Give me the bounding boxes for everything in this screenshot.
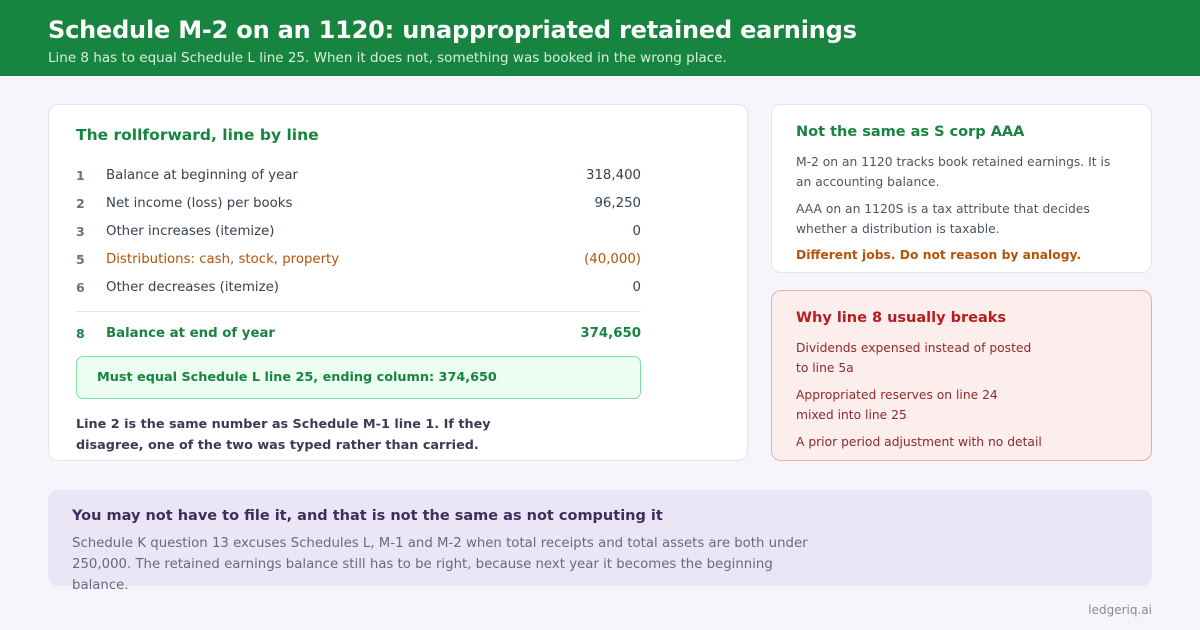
why-item: Dividends expensed instead of posted to … — [796, 341, 1032, 375]
aaa-card-paragraph: AAA on an 1120S is a tax attribute that … — [796, 202, 1090, 236]
rollforward-title: The rollforward, line by line — [76, 126, 319, 144]
line-number: 6 — [76, 279, 85, 295]
why-card-title: Why line 8 usually breaks — [796, 310, 1007, 326]
rollforward-card: The rollforward, line by line 1 Balance … — [48, 104, 748, 461]
must-equal-callout: Must equal Schedule L line 25, ending co… — [76, 356, 641, 399]
brand-label: ledgeriq.ai — [1088, 603, 1152, 617]
filing-note-title: You may not have to file it, and that is… — [72, 508, 663, 524]
page-title: Schedule M-2 on an 1120: unappropriated … — [48, 16, 857, 44]
rollforward-row-distributions: 5 Distributions: cash, stock, property (… — [76, 245, 641, 273]
line-value: 318,400 — [586, 167, 641, 183]
filing-note-card: You may not have to file it, and that is… — [48, 490, 1152, 593]
aaa-card-paragraph: M-2 on an 1120 tracks book retained earn… — [796, 155, 1111, 189]
line-label: Other decreases (itemize) — [106, 279, 279, 295]
rollforward-total-row: 8 Balance at end of year 374,650 — [76, 318, 641, 348]
line-value: 0 — [632, 279, 641, 295]
page-header: Schedule M-2 on an 1120: unappropriated … — [0, 0, 1200, 76]
line-value: (40,000) — [584, 251, 641, 267]
line-label: Other increases (itemize) — [106, 223, 275, 239]
rollforward-table: 1 Balance at beginning of year 318,400 2… — [76, 161, 641, 348]
divider — [76, 311, 641, 312]
filing-note-text: Schedule K question 13 excuses Schedules… — [72, 536, 808, 593]
why-item: Appropriated reserves on line 24 mixed i… — [796, 388, 998, 422]
line-value: 96,250 — [594, 195, 641, 211]
rollforward-row: 2 Net income (loss) per books 96,250 — [76, 189, 641, 217]
line-label: Balance at end of year — [106, 325, 275, 341]
why-item: A prior period adjustment with no detail — [796, 435, 1042, 449]
line-label: Net income (loss) per books — [106, 195, 293, 211]
rollforward-row: 3 Other increases (itemize) 0 — [76, 217, 641, 245]
line-number: 2 — [76, 195, 85, 211]
line-label: Balance at beginning of year — [106, 167, 298, 183]
aaa-card: Not the same as S corp AAA M-2 on an 112… — [771, 104, 1152, 273]
line-value: 374,650 — [580, 325, 641, 341]
aaa-card-warning: Different jobs. Do not reason by analogy… — [796, 248, 1082, 262]
rollforward-row: 6 Other decreases (itemize) 0 — [76, 273, 641, 301]
line-number: 5 — [76, 251, 85, 267]
line-number: 3 — [76, 223, 85, 239]
rollforward-row: 1 Balance at beginning of year 318,400 — [76, 161, 641, 189]
rollforward-note: Line 2 is the same number as Schedule M-… — [76, 417, 491, 453]
why-card: Why line 8 usually breaks Dividends expe… — [771, 290, 1152, 461]
line-label: Distributions: cash, stock, property — [106, 251, 340, 267]
aaa-card-title: Not the same as S corp AAA — [796, 124, 1025, 140]
page-subtitle: Line 8 has to equal Schedule L line 25. … — [48, 50, 727, 66]
line-value: 0 — [632, 223, 641, 239]
line-number: 8 — [76, 325, 85, 341]
line-number: 1 — [76, 167, 85, 183]
